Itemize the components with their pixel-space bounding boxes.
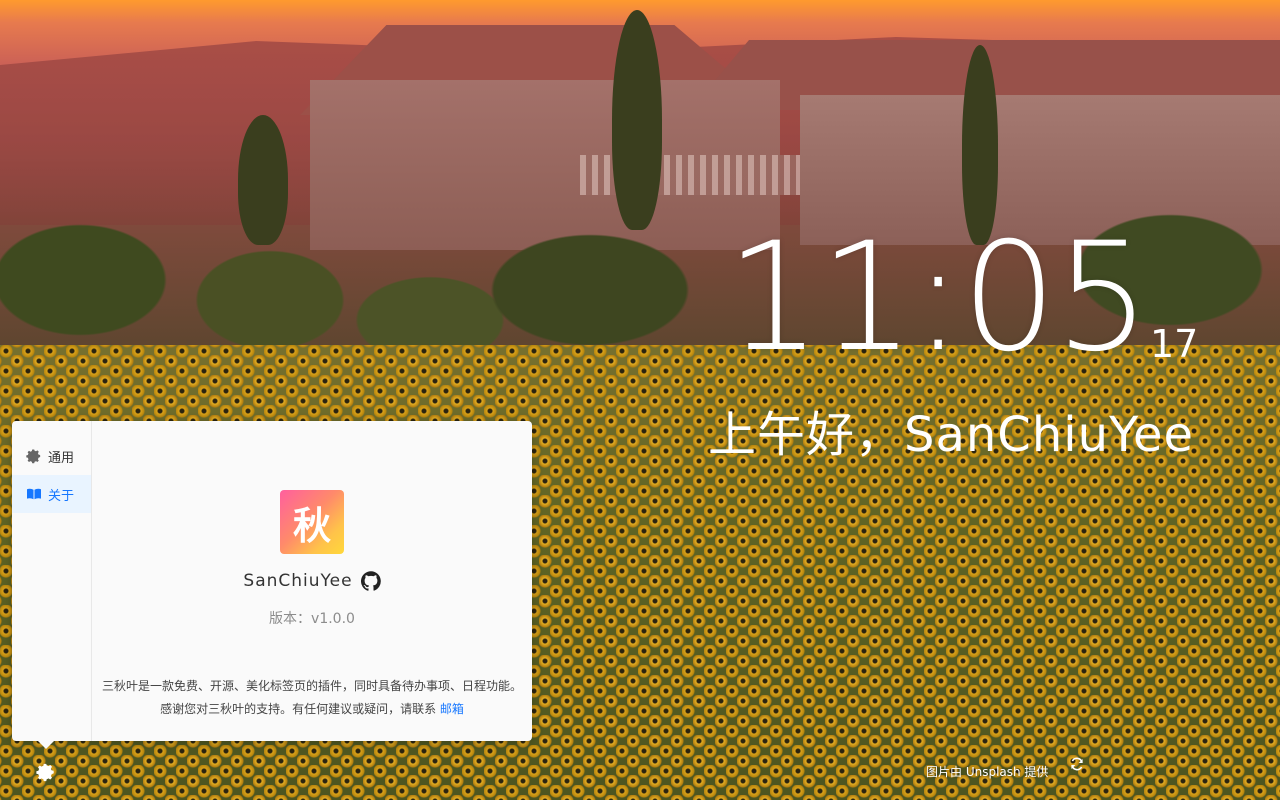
description-text: 感谢您对三秋叶的支持。有任何建议或疑问，请联系 [160, 702, 437, 716]
app-name: SanChiuYee [243, 571, 353, 591]
sidebar-item-general[interactable]: 通用 [12, 437, 91, 475]
book-icon [26, 486, 42, 502]
sidebar-item-label: 通用 [48, 450, 75, 466]
description-line-2: 感谢您对三秋叶的支持。有任何建议或疑问，请联系 邮箱 [92, 698, 532, 721]
photo-credit: 图片由 Unsplash 提供 [926, 765, 1049, 779]
about-content: 秋 SanChiuYee 版本：v1.0.0 三秋叶是一款免费、开源、美化标签页… [92, 421, 532, 741]
refresh-icon[interactable] [1069, 756, 1085, 772]
github-icon[interactable] [360, 571, 381, 591]
sidebar-item-about[interactable]: 关于 [12, 475, 91, 513]
app-name-row: SanChiuYee [92, 571, 532, 591]
app-logo: 秋 [280, 490, 344, 554]
sidebar-item-label: 关于 [48, 488, 75, 504]
gear-icon [26, 448, 42, 464]
clock-seconds: 17 [1150, 322, 1199, 366]
settings-sidebar: 通用 关于 [12, 421, 92, 741]
email-link[interactable]: 邮箱 [440, 702, 464, 716]
description-line-1: 三秋叶是一款免费、开源、美化标签页的插件，同时具备待办事项、日程功能。 [101, 679, 522, 693]
version-text: 版本：v1.0.0 [269, 611, 355, 627]
clock-time: 11:05 [726, 211, 1150, 385]
greeting-text: 上午好，SanChiuYee [708, 407, 1195, 463]
about-description: 三秋叶是一款免费、开源、美化标签页的插件，同时具备待办事项、日程功能。 感谢您对… [92, 675, 532, 721]
settings-panel: 通用 关于 秋 SanChiuYee 版本：v1.0.0 三秋叶是一款免费、开源… [12, 421, 532, 749]
settings-gear-icon[interactable] [36, 762, 56, 782]
